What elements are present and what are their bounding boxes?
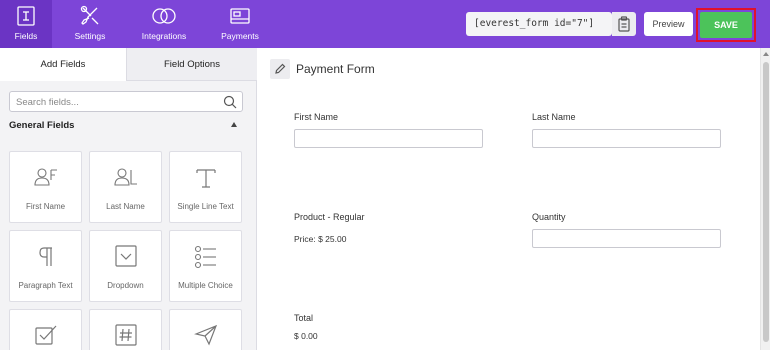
search-icon[interactable] — [223, 95, 237, 114]
field-last-name[interactable]: Last Name — [89, 151, 162, 223]
single-line-text-icon — [194, 166, 218, 195]
nav-integrations[interactable]: Integrations — [131, 0, 197, 48]
product-price: Price: $ 25.00 — [294, 234, 347, 244]
last-name-icon — [113, 166, 139, 193]
quantity-field[interactable] — [532, 229, 721, 248]
tab-add-fields[interactable]: Add Fields — [0, 48, 126, 81]
nav-integrations-label: Integrations — [141, 31, 187, 41]
field-dropdown[interactable]: Dropdown — [89, 230, 162, 302]
scroll-up-arrow-icon[interactable] — [763, 52, 769, 56]
last-name-field[interactable] — [532, 129, 721, 148]
nav-settings-label: Settings — [74, 31, 106, 41]
total-value: $ 0.00 — [294, 331, 318, 341]
payments-icon — [229, 5, 251, 32]
nav-settings[interactable]: Settings — [62, 0, 118, 48]
dropdown-icon — [114, 245, 137, 272]
checkbox-icon — [34, 324, 58, 350]
field-card-label: Dropdown — [107, 281, 144, 290]
number-icon — [114, 324, 137, 350]
field-card-label: Last Name — [106, 202, 145, 211]
field-checkbox[interactable] — [9, 309, 82, 350]
general-fields-heading: General Fields — [9, 120, 75, 131]
nav-payments[interactable]: Payments — [210, 0, 270, 48]
last-name-label: Last Name — [532, 112, 576, 122]
settings-icon — [79, 5, 101, 32]
first-name-field[interactable] — [294, 129, 483, 148]
send-icon — [193, 324, 218, 350]
field-number[interactable] — [89, 309, 162, 350]
nav-payments-label: Payments — [221, 31, 259, 41]
collapse-caret-icon[interactable] — [231, 122, 237, 127]
quantity-label: Quantity — [532, 212, 566, 222]
shortcode-field[interactable]: [everest_form id="7"] — [466, 12, 612, 36]
fields-icon — [16, 5, 36, 32]
edit-form-title-button[interactable] — [270, 59, 290, 79]
nav-fields[interactable]: Fields — [0, 0, 52, 48]
copy-shortcode-button[interactable] — [612, 12, 636, 36]
field-card-label: First Name — [25, 202, 66, 211]
field-multiple-choice[interactable]: Multiple Choice — [169, 230, 242, 302]
field-panel: Add Fields Field Options General Fields … — [0, 48, 257, 350]
first-name-icon — [33, 166, 59, 193]
first-name-label: First Name — [294, 112, 339, 122]
product-label: Product - Regular — [294, 212, 365, 222]
nav-fields-label: Fields — [14, 31, 38, 41]
scrollbar-thumb[interactable] — [763, 62, 769, 342]
field-card-label: Single Line Text — [177, 202, 234, 211]
field-paragraph-text[interactable]: Paragraph Text — [9, 230, 82, 302]
tab-field-options[interactable]: Field Options — [126, 48, 257, 81]
vertical-scrollbar[interactable] — [760, 48, 770, 350]
paragraph-text-icon — [37, 245, 55, 274]
field-first-name[interactable]: First Name — [9, 151, 82, 223]
save-button[interactable]: SAVE — [700, 12, 752, 38]
field-card-label: Multiple Choice — [178, 281, 233, 290]
form-title: Payment Form — [296, 62, 375, 76]
integrations-icon — [151, 5, 177, 32]
field-single-line-text[interactable]: Single Line Text — [169, 151, 242, 223]
field-send[interactable] — [169, 309, 242, 350]
preview-button[interactable]: Preview — [644, 12, 693, 36]
total-label: Total — [294, 313, 314, 323]
top-navigation-bar: Fields Settings Integrations Payments [e… — [0, 0, 770, 48]
search-box — [9, 91, 243, 112]
multiple-choice-icon — [194, 245, 218, 274]
search-input[interactable] — [10, 93, 210, 112]
field-card-label: Paragraph Text — [18, 281, 73, 290]
